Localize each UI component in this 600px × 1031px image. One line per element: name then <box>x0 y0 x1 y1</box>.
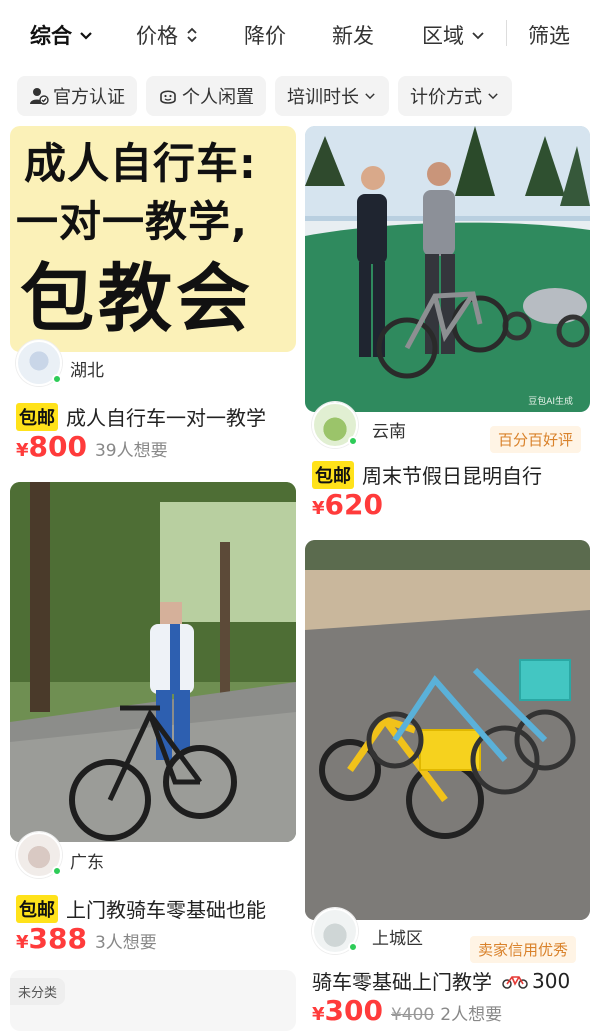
sort-price-label: 价格 <box>136 24 178 48</box>
filter-chips: 官方认证 个人闲置 培训时长 计价方式 <box>17 76 512 116</box>
free-shipping-tag: 包邮 <box>16 402 58 431</box>
price-value: 800 <box>28 430 87 463</box>
sort-filter[interactable]: 筛选 <box>528 20 570 50</box>
seller-info: 广东 <box>16 832 104 878</box>
sort-new-label: 新发 <box>332 24 374 48</box>
photo-shared-bikes <box>305 540 590 920</box>
chip-label: 官方认证 <box>53 87 125 108</box>
price-value: 388 <box>28 922 87 955</box>
listing-card[interactable]: 成人自行车: 一对一教学, 包教会 湖北 包邮 成人自行车一对一教学 ¥ 800… <box>0 124 300 469</box>
region-label: 上城区 <box>372 928 423 949</box>
region-label: 湖北 <box>70 360 104 381</box>
photo-bike-lesson: 豆包AI生成 <box>305 126 590 412</box>
chip-training-duration[interactable]: 培训时长 <box>275 76 389 116</box>
free-shipping-tag: 包邮 <box>16 894 58 923</box>
title-text: 周末节假日昆明自行 <box>362 464 542 488</box>
original-price: ¥400 <box>390 1005 435 1025</box>
poster-line: 一对一教学, <box>16 197 248 246</box>
listing-card-partial[interactable]: 未分类 <box>10 970 296 1031</box>
seller-info: 湖北 <box>16 340 104 386</box>
person-verified-icon <box>30 88 49 105</box>
sort-region-label: 区域 <box>422 24 464 48</box>
chip-label: 个人闲置 <box>182 87 254 108</box>
currency-symbol: ¥ <box>16 932 29 953</box>
listing-title[interactable]: 包邮 周末节假日昆明自行 <box>312 460 542 489</box>
smile-face-icon <box>160 90 176 104</box>
sort-comprehensive[interactable]: 综合 <box>30 20 94 50</box>
title-text: 成人自行车一对一教学 <box>66 406 266 430</box>
sort-price-drop[interactable]: 降价 <box>244 20 286 50</box>
listing-image[interactable]: 豆包AI生成 <box>305 126 590 412</box>
chevron-down-icon <box>488 93 498 100</box>
want-count: 2人想要 <box>440 1005 503 1025</box>
sort-updown-icon <box>187 27 197 43</box>
title-text: 上门教骑车零基础也能 <box>66 898 266 922</box>
chip-label: 计价方式 <box>410 87 482 108</box>
currency-symbol: ¥ <box>312 1004 325 1025</box>
chip-personal-idle[interactable]: 个人闲置 <box>146 76 266 116</box>
online-dot <box>348 942 358 952</box>
category-tag: 未分类 <box>10 978 66 1005</box>
region-label: 云南 <box>372 421 406 442</box>
listing-card[interactable]: 豆包AI生成 云南 百分百好评 包邮 周末节假日昆明自行 ¥ 620 <box>300 124 600 524</box>
sort-region[interactable]: 区域 <box>422 20 486 50</box>
sort-filter-label: 筛选 <box>528 24 570 48</box>
seller-info: 上城区 <box>312 908 423 954</box>
sort-comprehensive-label: 综合 <box>30 24 72 48</box>
chevron-down-icon <box>80 32 92 40</box>
price-line: ¥ 620 <box>312 488 391 521</box>
listing-image[interactable] <box>10 482 296 842</box>
chevron-down-icon <box>365 93 375 100</box>
sort-price-drop-label: 降价 <box>244 24 286 48</box>
currency-symbol: ¥ <box>16 440 29 461</box>
region-label: 广东 <box>70 852 104 873</box>
sort-new[interactable]: 新发 <box>332 20 374 50</box>
sort-bar: 综合 价格 降价 新发 区域 筛选 <box>0 0 600 66</box>
free-shipping-tag: 包邮 <box>312 460 354 489</box>
listing-image[interactable]: 成人自行车: 一对一教学, 包教会 <box>10 126 296 352</box>
price-value: 300 <box>324 994 383 1027</box>
chip-official-certified[interactable]: 官方认证 <box>17 76 137 116</box>
listing-title[interactable]: 包邮 成人自行车一对一教学 <box>16 402 266 431</box>
title-text: 骑车零基础上门教学 <box>312 970 492 994</box>
listing-card[interactable]: 上城区 卖家信用优秀 骑车零基础上门教学 300 ¥ 300 ¥400 2人想要 <box>300 540 600 1031</box>
bicycle-icon <box>502 975 528 989</box>
sort-price[interactable]: 价格 <box>136 20 200 50</box>
online-dot <box>348 436 358 446</box>
photo-boy-riding <box>10 482 296 842</box>
price-line: ¥ 300 ¥400 2人想要 <box>312 994 502 1027</box>
price-value: 620 <box>324 488 383 521</box>
price-line: ¥ 388 3人想要 <box>16 922 157 955</box>
ai-watermark: 豆包AI生成 <box>528 395 573 407</box>
poster-line: 成人自行车: <box>24 139 257 188</box>
online-dot <box>52 374 62 384</box>
listing-image[interactable] <box>305 540 590 920</box>
currency-symbol: ¥ <box>312 498 325 519</box>
online-dot <box>52 866 62 876</box>
seller-info: 云南 <box>312 402 406 448</box>
chip-label: 培训时长 <box>287 87 359 108</box>
listing-card[interactable]: 广东 包邮 上门教骑车零基础也能 ¥ 388 3人想要 <box>0 480 300 955</box>
poster-line: 包教会 <box>20 256 254 342</box>
title-suffix: 300 <box>532 968 571 993</box>
listing-title[interactable]: 包邮 上门教骑车零基础也能 <box>16 894 266 923</box>
seller-badge: 百分百好评 <box>490 426 582 453</box>
seller-badge: 卖家信用优秀 <box>470 936 577 963</box>
want-count: 3人想要 <box>94 933 157 953</box>
sort-divider <box>506 20 507 46</box>
listing-title[interactable]: 骑车零基础上门教学 300 <box>312 966 570 995</box>
want-count: 39人想要 <box>94 441 168 461</box>
price-line: ¥ 800 39人想要 <box>16 430 168 463</box>
chevron-down-icon <box>472 32 484 40</box>
chip-pricing-method[interactable]: 计价方式 <box>398 76 512 116</box>
